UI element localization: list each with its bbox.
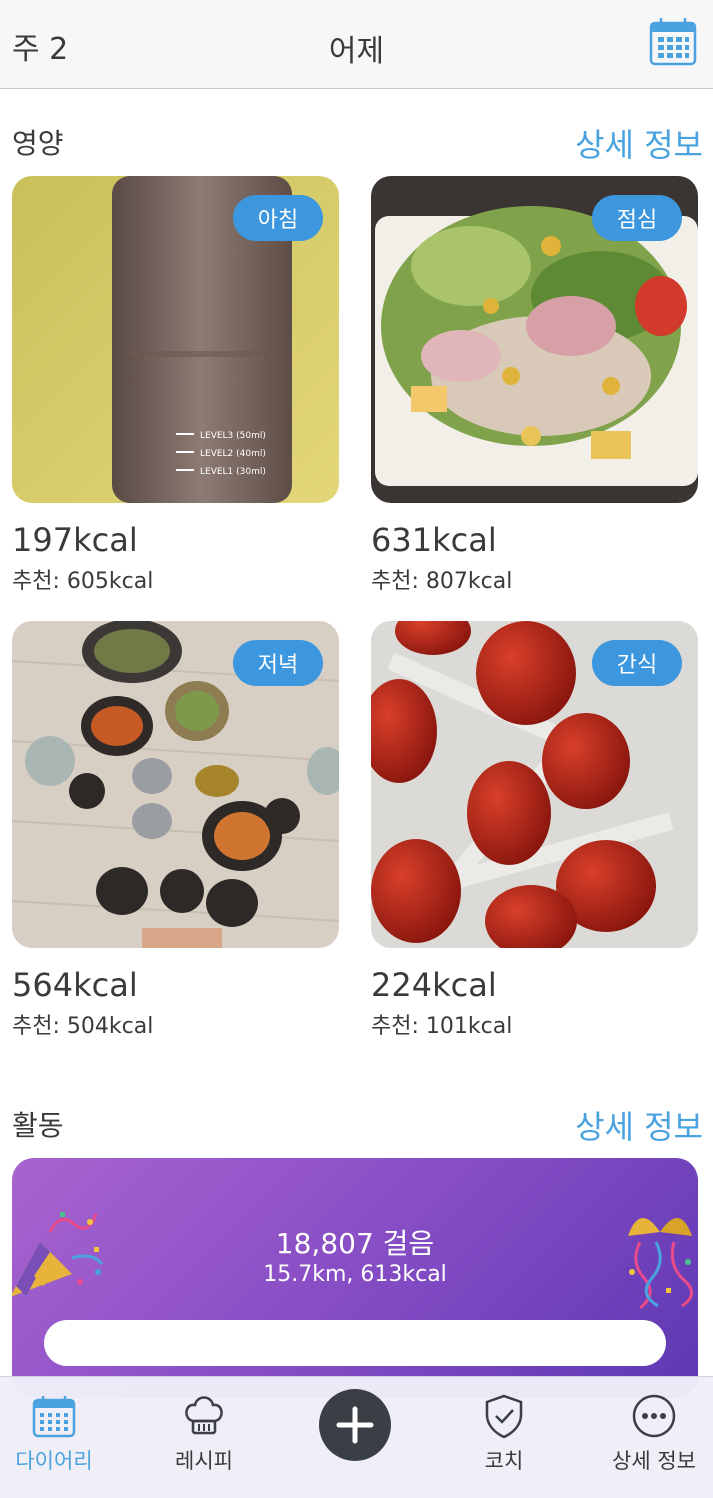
meal-photo[interactable]: 간식: [371, 621, 698, 948]
more-icon: [632, 1394, 676, 1438]
meal-card-dinner[interactable]: 저녁 564kcal 추천: 504kcal: [12, 621, 339, 1040]
nutrition-title: 영양: [12, 127, 64, 160]
tab-label: 상세 정보: [612, 1449, 696, 1473]
meal-kcal: 564kcal: [12, 966, 138, 1004]
calendar-icon: [649, 18, 697, 66]
meal-recommended-kcal: 추천: 807kcal: [371, 569, 513, 594]
meal-recommended-kcal: 추천: 504kcal: [12, 1014, 154, 1039]
tab-recipe[interactable]: 레시피: [134, 1377, 274, 1498]
meal-tag-badge: 아침: [233, 195, 323, 241]
tab-bar: 다이어리 레시피 코치 상세 정보: [0, 1376, 713, 1498]
activity-title: 활동: [12, 1109, 64, 1142]
tab-label: 코치: [484, 1449, 524, 1473]
bottle-label-level2: LEVEL2 (40ml): [200, 449, 266, 459]
distance-calories: 15.7km, 613kcal: [263, 1262, 447, 1287]
tab-diary[interactable]: 다이어리: [0, 1377, 124, 1498]
meal-tag-badge: 간식: [592, 640, 682, 686]
steps-count: 18,807 걸음: [275, 1227, 435, 1260]
bottle-label-level3: LEVEL3 (50ml): [200, 431, 266, 441]
add-entry-button[interactable]: [319, 1389, 391, 1461]
meal-kcal: 224kcal: [371, 966, 497, 1004]
tab-label: 다이어리: [15, 1449, 93, 1473]
calendar-button[interactable]: [649, 17, 697, 67]
meal-card-lunch[interactable]: 점심 631kcal 추천: 807kcal: [371, 176, 698, 595]
calendar-icon: [32, 1396, 76, 1438]
chef-hat-icon: [185, 1396, 223, 1435]
tab-label: 레시피: [175, 1449, 233, 1473]
bottle-label-level1: LEVEL1 (30ml): [200, 467, 266, 477]
confetti-ball-icon: [628, 1217, 693, 1310]
top-bar: 주 2 어제: [0, 0, 713, 89]
shield-check-icon: [485, 1394, 523, 1439]
meal-card-snack[interactable]: 간식 224kcal 추천: 101kcal: [371, 621, 698, 1040]
meal-recommended-kcal: 추천: 605kcal: [12, 569, 154, 594]
meal-recommended-kcal: 추천: 101kcal: [371, 1014, 513, 1039]
meal-kcal: 197kcal: [12, 521, 138, 559]
tab-more[interactable]: 상세 정보: [584, 1377, 713, 1498]
meal-photo[interactable]: 점심: [371, 176, 698, 503]
activity-card[interactable]: 18,807 걸음 15.7km, 613kcal: [12, 1158, 698, 1398]
meal-photo[interactable]: LEVEL3 (50ml) LEVEL2 (40ml) LEVEL1 (30ml…: [12, 176, 339, 503]
nutrition-details-link[interactable]: 상세 정보: [575, 120, 703, 166]
meal-tag-badge: 저녁: [233, 640, 323, 686]
plus-icon: [336, 1406, 374, 1444]
steps-progress-bar: [44, 1320, 666, 1366]
meal-kcal: 631kcal: [371, 521, 497, 559]
meal-photo[interactable]: 저녁: [12, 621, 339, 948]
meal-card-breakfast[interactable]: LEVEL3 (50ml) LEVEL2 (40ml) LEVEL1 (30ml…: [12, 176, 339, 595]
tab-coach[interactable]: 코치: [434, 1377, 574, 1498]
day-title: 어제: [328, 34, 385, 69]
meal-tag-badge: 점심: [592, 195, 682, 241]
activity-details-link[interactable]: 상세 정보: [575, 1102, 703, 1148]
